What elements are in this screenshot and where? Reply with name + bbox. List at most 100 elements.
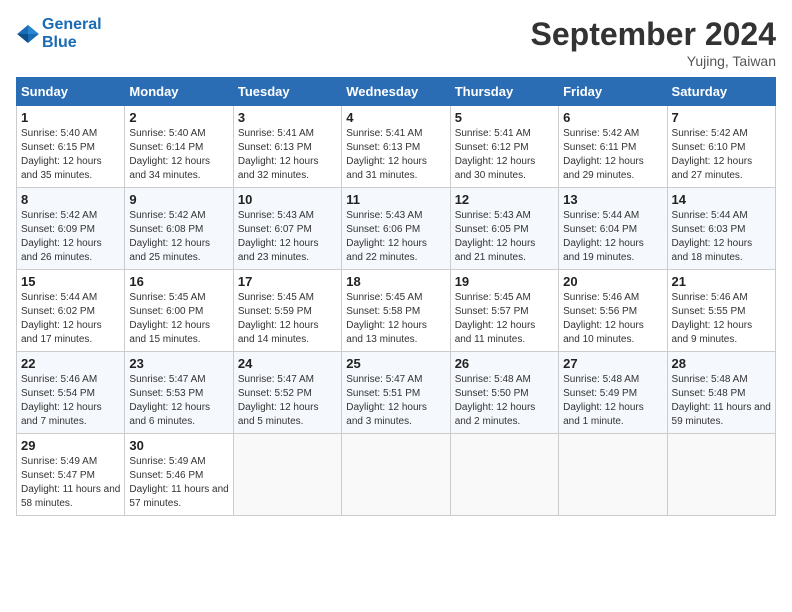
day-cell-16: 16 Sunrise: 5:45 AM Sunset: 6:00 PM Dayl… bbox=[125, 270, 233, 352]
day-number: 23 bbox=[129, 356, 228, 371]
day-number: 5 bbox=[455, 110, 554, 125]
logo-line2: Blue bbox=[42, 34, 77, 51]
day-cell-9: 9 Sunrise: 5:42 AM Sunset: 6:08 PM Dayli… bbox=[125, 188, 233, 270]
day-number: 17 bbox=[238, 274, 337, 289]
day-number: 26 bbox=[455, 356, 554, 371]
day-info: Sunrise: 5:42 AM Sunset: 6:10 PM Dayligh… bbox=[672, 127, 771, 183]
page-header: General Blue September 2024 Yujing, Taiw… bbox=[16, 16, 776, 69]
day-number: 22 bbox=[21, 356, 120, 371]
day-info: Sunrise: 5:43 AM Sunset: 6:07 PM Dayligh… bbox=[238, 209, 337, 265]
day-cell-13: 13 Sunrise: 5:44 AM Sunset: 6:04 PM Dayl… bbox=[559, 188, 667, 270]
day-number: 21 bbox=[672, 274, 771, 289]
title-block: September 2024 Yujing, Taiwan bbox=[531, 16, 776, 69]
calendar-week-3: 15 Sunrise: 5:44 AM Sunset: 6:02 PM Dayl… bbox=[17, 270, 776, 352]
day-number: 3 bbox=[238, 110, 337, 125]
day-number: 7 bbox=[672, 110, 771, 125]
day-info: Sunrise: 5:42 AM Sunset: 6:09 PM Dayligh… bbox=[21, 209, 120, 265]
logo-line1: General bbox=[42, 16, 102, 33]
day-cell-23: 23 Sunrise: 5:47 AM Sunset: 5:53 PM Dayl… bbox=[125, 352, 233, 434]
header-saturday: Saturday bbox=[667, 78, 775, 106]
day-number: 11 bbox=[346, 192, 445, 207]
day-cell-20: 20 Sunrise: 5:46 AM Sunset: 5:56 PM Dayl… bbox=[559, 270, 667, 352]
day-info: Sunrise: 5:41 AM Sunset: 6:12 PM Dayligh… bbox=[455, 127, 554, 183]
empty-cell bbox=[667, 434, 775, 516]
calendar-week-5: 29 Sunrise: 5:49 AM Sunset: 5:47 PM Dayl… bbox=[17, 434, 776, 516]
day-cell-25: 25 Sunrise: 5:47 AM Sunset: 5:51 PM Dayl… bbox=[342, 352, 450, 434]
day-info: Sunrise: 5:45 AM Sunset: 6:00 PM Dayligh… bbox=[129, 291, 228, 347]
day-info: Sunrise: 5:45 AM Sunset: 5:58 PM Dayligh… bbox=[346, 291, 445, 347]
day-cell-22: 22 Sunrise: 5:46 AM Sunset: 5:54 PM Dayl… bbox=[17, 352, 125, 434]
day-cell-15: 15 Sunrise: 5:44 AM Sunset: 6:02 PM Dayl… bbox=[17, 270, 125, 352]
calendar-week-2: 8 Sunrise: 5:42 AM Sunset: 6:09 PM Dayli… bbox=[17, 188, 776, 270]
day-cell-18: 18 Sunrise: 5:45 AM Sunset: 5:58 PM Dayl… bbox=[342, 270, 450, 352]
day-cell-14: 14 Sunrise: 5:44 AM Sunset: 6:03 PM Dayl… bbox=[667, 188, 775, 270]
day-cell-8: 8 Sunrise: 5:42 AM Sunset: 6:09 PM Dayli… bbox=[17, 188, 125, 270]
day-number: 10 bbox=[238, 192, 337, 207]
header-tuesday: Tuesday bbox=[233, 78, 341, 106]
day-info: Sunrise: 5:48 AM Sunset: 5:50 PM Dayligh… bbox=[455, 373, 554, 429]
day-info: Sunrise: 5:47 AM Sunset: 5:52 PM Dayligh… bbox=[238, 373, 337, 429]
day-cell-24: 24 Sunrise: 5:47 AM Sunset: 5:52 PM Dayl… bbox=[233, 352, 341, 434]
day-info: Sunrise: 5:46 AM Sunset: 5:56 PM Dayligh… bbox=[563, 291, 662, 347]
day-cell-3: 3 Sunrise: 5:41 AM Sunset: 6:13 PM Dayli… bbox=[233, 106, 341, 188]
day-info: Sunrise: 5:42 AM Sunset: 6:08 PM Dayligh… bbox=[129, 209, 228, 265]
day-cell-27: 27 Sunrise: 5:48 AM Sunset: 5:49 PM Dayl… bbox=[559, 352, 667, 434]
day-number: 13 bbox=[563, 192, 662, 207]
day-number: 14 bbox=[672, 192, 771, 207]
calendar-header-row: SundayMondayTuesdayWednesdayThursdayFrid… bbox=[17, 78, 776, 106]
day-cell-11: 11 Sunrise: 5:43 AM Sunset: 6:06 PM Dayl… bbox=[342, 188, 450, 270]
calendar-table: SundayMondayTuesdayWednesdayThursdayFrid… bbox=[16, 77, 776, 516]
day-info: Sunrise: 5:45 AM Sunset: 5:59 PM Dayligh… bbox=[238, 291, 337, 347]
day-info: Sunrise: 5:43 AM Sunset: 6:06 PM Dayligh… bbox=[346, 209, 445, 265]
day-number: 25 bbox=[346, 356, 445, 371]
day-number: 12 bbox=[455, 192, 554, 207]
day-number: 2 bbox=[129, 110, 228, 125]
day-info: Sunrise: 5:44 AM Sunset: 6:04 PM Dayligh… bbox=[563, 209, 662, 265]
calendar-week-4: 22 Sunrise: 5:46 AM Sunset: 5:54 PM Dayl… bbox=[17, 352, 776, 434]
day-cell-21: 21 Sunrise: 5:46 AM Sunset: 5:55 PM Dayl… bbox=[667, 270, 775, 352]
day-cell-26: 26 Sunrise: 5:48 AM Sunset: 5:50 PM Dayl… bbox=[450, 352, 558, 434]
day-number: 30 bbox=[129, 438, 228, 453]
day-number: 9 bbox=[129, 192, 228, 207]
day-cell-7: 7 Sunrise: 5:42 AM Sunset: 6:10 PM Dayli… bbox=[667, 106, 775, 188]
header-wednesday: Wednesday bbox=[342, 78, 450, 106]
empty-cell bbox=[450, 434, 558, 516]
day-cell-4: 4 Sunrise: 5:41 AM Sunset: 6:13 PM Dayli… bbox=[342, 106, 450, 188]
day-cell-1: 1 Sunrise: 5:40 AM Sunset: 6:15 PM Dayli… bbox=[17, 106, 125, 188]
day-info: Sunrise: 5:48 AM Sunset: 5:48 PM Dayligh… bbox=[672, 373, 771, 429]
day-number: 24 bbox=[238, 356, 337, 371]
day-info: Sunrise: 5:42 AM Sunset: 6:11 PM Dayligh… bbox=[563, 127, 662, 183]
month-title: September 2024 bbox=[531, 16, 776, 53]
day-cell-17: 17 Sunrise: 5:45 AM Sunset: 5:59 PM Dayl… bbox=[233, 270, 341, 352]
header-friday: Friday bbox=[559, 78, 667, 106]
day-cell-30: 30 Sunrise: 5:49 AM Sunset: 5:46 PM Dayl… bbox=[125, 434, 233, 516]
day-cell-2: 2 Sunrise: 5:40 AM Sunset: 6:14 PM Dayli… bbox=[125, 106, 233, 188]
logo-icon bbox=[16, 22, 40, 46]
header-thursday: Thursday bbox=[450, 78, 558, 106]
empty-cell bbox=[342, 434, 450, 516]
logo: General Blue bbox=[16, 16, 102, 53]
day-number: 1 bbox=[21, 110, 120, 125]
day-info: Sunrise: 5:44 AM Sunset: 6:02 PM Dayligh… bbox=[21, 291, 120, 347]
day-info: Sunrise: 5:41 AM Sunset: 6:13 PM Dayligh… bbox=[346, 127, 445, 183]
day-cell-28: 28 Sunrise: 5:48 AM Sunset: 5:48 PM Dayl… bbox=[667, 352, 775, 434]
day-number: 20 bbox=[563, 274, 662, 289]
day-cell-19: 19 Sunrise: 5:45 AM Sunset: 5:57 PM Dayl… bbox=[450, 270, 558, 352]
day-number: 15 bbox=[21, 274, 120, 289]
day-info: Sunrise: 5:45 AM Sunset: 5:57 PM Dayligh… bbox=[455, 291, 554, 347]
empty-cell bbox=[559, 434, 667, 516]
day-info: Sunrise: 5:47 AM Sunset: 5:53 PM Dayligh… bbox=[129, 373, 228, 429]
calendar-week-1: 1 Sunrise: 5:40 AM Sunset: 6:15 PM Dayli… bbox=[17, 106, 776, 188]
day-info: Sunrise: 5:41 AM Sunset: 6:13 PM Dayligh… bbox=[238, 127, 337, 183]
day-number: 6 bbox=[563, 110, 662, 125]
day-number: 18 bbox=[346, 274, 445, 289]
empty-cell bbox=[233, 434, 341, 516]
day-number: 29 bbox=[21, 438, 120, 453]
day-info: Sunrise: 5:49 AM Sunset: 5:46 PM Dayligh… bbox=[129, 455, 228, 511]
day-cell-6: 6 Sunrise: 5:42 AM Sunset: 6:11 PM Dayli… bbox=[559, 106, 667, 188]
header-sunday: Sunday bbox=[17, 78, 125, 106]
day-cell-12: 12 Sunrise: 5:43 AM Sunset: 6:05 PM Dayl… bbox=[450, 188, 558, 270]
day-number: 28 bbox=[672, 356, 771, 371]
day-info: Sunrise: 5:43 AM Sunset: 6:05 PM Dayligh… bbox=[455, 209, 554, 265]
day-info: Sunrise: 5:47 AM Sunset: 5:51 PM Dayligh… bbox=[346, 373, 445, 429]
